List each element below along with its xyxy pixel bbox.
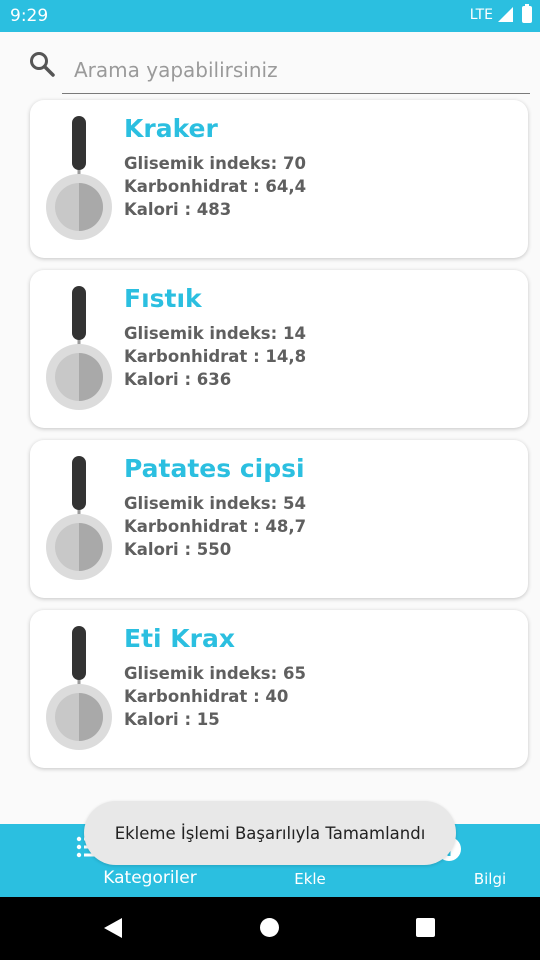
food-card[interactable]: Eti Krax Glisemik indeks: 65 Karbonhidra… [30,610,528,768]
status-bar: 9:29 LTE [0,0,540,32]
network-type: LTE [469,6,493,23]
search-bar [0,32,540,94]
pan-icon [46,626,112,750]
status-icons: LTE [469,4,532,23]
carbohydrate: Karbonhidrat : 64,4 [124,177,307,196]
glycemic-index: Glisemik indeks: 65 [124,664,306,683]
system-navigation-bar [0,897,540,960]
search-input[interactable] [62,46,530,94]
recent-apps-icon[interactable] [416,918,435,937]
calorie: Kalori : 483 [124,200,232,219]
signal-icon [498,7,513,22]
battery-icon [522,4,532,23]
food-name: Fıstık [124,284,202,313]
calorie: Kalori : 15 [124,710,220,729]
nav-info-label: Bilgi [473,870,507,888]
carbohydrate: Karbonhidrat : 40 [124,687,289,706]
carbohydrate: Karbonhidrat : 14,8 [124,347,307,366]
toast-message: Ekleme İşlemi Başarılıyla Tamamlandı [84,801,456,865]
food-card[interactable]: Kraker Glisemik indeks: 70 Karbonhidrat … [30,100,528,258]
nav-add-label: Ekle [294,870,326,888]
glycemic-index: Glisemik indeks: 70 [124,154,306,173]
back-icon[interactable] [103,917,123,939]
food-name: Eti Krax [124,624,235,653]
glycemic-index: Glisemik indeks: 14 [124,324,306,343]
pan-icon [46,456,112,580]
food-list: Kraker Glisemik indeks: 70 Karbonhidrat … [30,100,528,780]
calorie: Kalori : 636 [124,370,232,389]
pan-icon [46,116,112,240]
home-icon[interactable] [260,918,279,937]
food-name: Patates cipsi [124,454,305,483]
nav-categories-label: Kategoriler [103,868,197,888]
food-name: Kraker [124,114,218,143]
food-card[interactable]: Fıstık Glisemik indeks: 14 Karbonhidrat … [30,270,528,428]
status-time: 9:29 [10,6,49,26]
calorie: Kalori : 550 [124,540,232,559]
pan-icon [46,286,112,410]
food-card[interactable]: Patates cipsi Glisemik indeks: 54 Karbon… [30,440,528,598]
toast-text: Ekleme İşlemi Başarılıyla Tamamlandı [114,823,426,843]
carbohydrate: Karbonhidrat : 48,7 [124,517,307,536]
glycemic-index: Glisemik indeks: 54 [124,494,306,513]
search-icon[interactable] [28,50,56,78]
